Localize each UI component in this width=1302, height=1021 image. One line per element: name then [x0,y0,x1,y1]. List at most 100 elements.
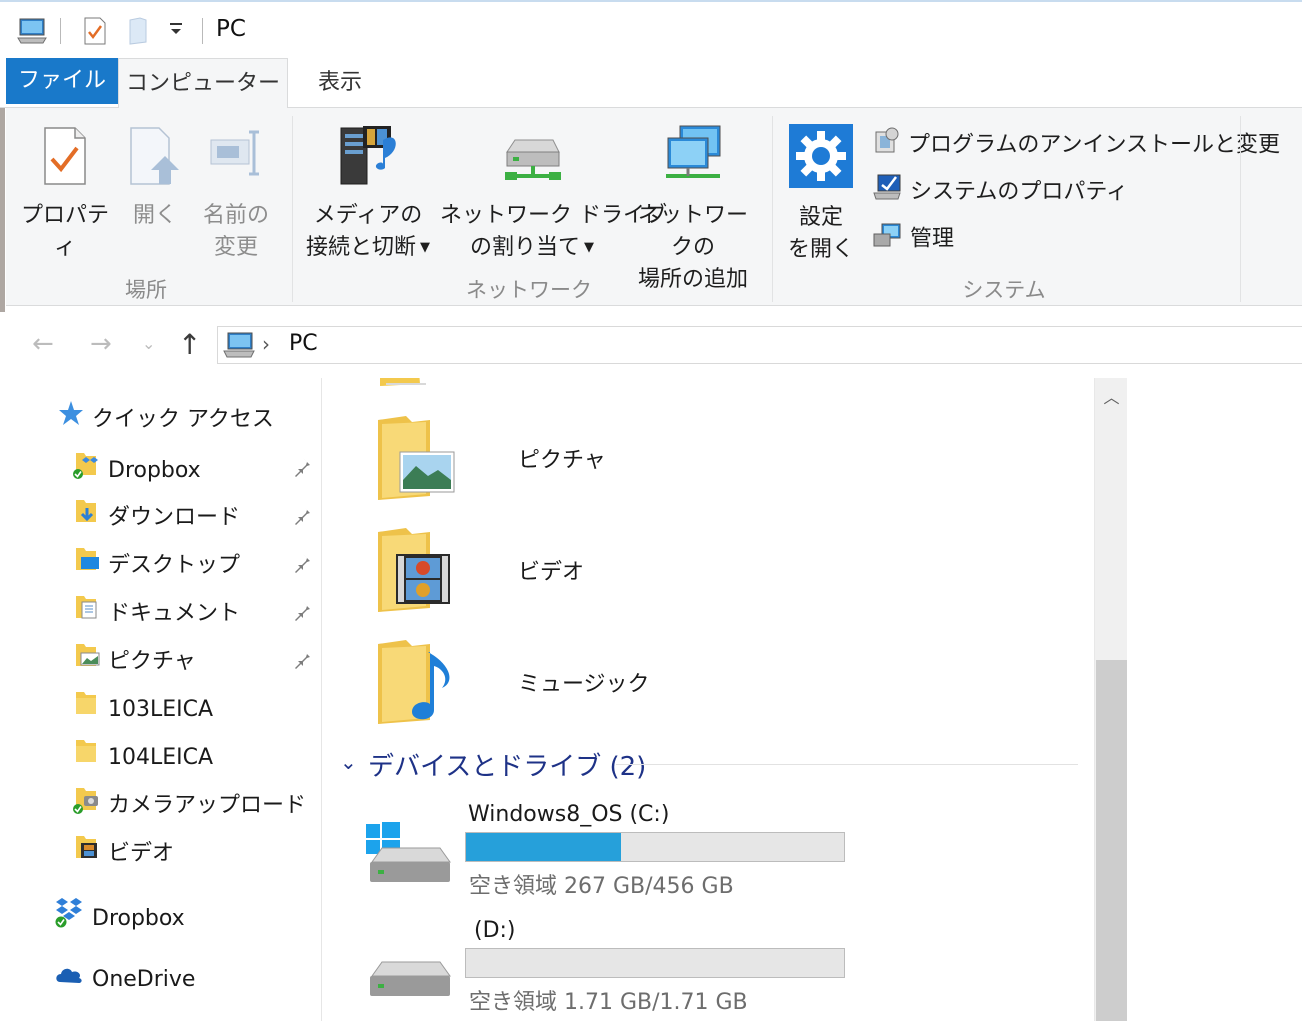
rename-label-2: 変更 [213,235,258,260]
tab-computer[interactable]: コンピューター [118,58,288,109]
vertical-scrollbar[interactable]: ︿ [1094,378,1127,1021]
system-properties-button[interactable]: システムのプロパティ [872,173,1128,207]
new-folder-icon[interactable] [126,16,150,50]
navigation-bar: ← → ⌄ ↑ › PC [0,312,1302,378]
nav-quick-access-label: クイック アクセス [92,407,274,432]
folder-icon [72,736,100,780]
system-properties-label: システムのプロパティ [910,179,1129,205]
drive-item-c[interactable]: Windows8_OS (C:) 空き領域 267 GB/456 GB [322,798,1094,908]
toolbar-separator [60,18,61,44]
drive-usage-fill [466,833,621,861]
chevron-down-icon: ▼ [584,240,594,255]
computer-icon[interactable] [16,16,48,50]
folder-name: ピクチャ [518,448,606,473]
file-list: ピクチャ ビデオ ミュージック ⌄ デバイスとドライブ (2) Windows8… [322,378,1094,1021]
devices-section-header[interactable]: ⌄ デバイスとドライブ (2) [340,746,1078,782]
music-folder-icon [372,638,462,732]
pin-icon[interactable] [290,504,312,526]
gear-icon [782,124,860,198]
nav-item-label: カメラアップロード [108,793,307,818]
map-network-drive-button[interactable]: ネットワーク ドライブ の割り当て ▼ [440,122,667,264]
folder-icon [72,688,100,732]
nav-onedrive[interactable]: OneDrive [54,960,195,1000]
up-arrow-icon[interactable]: ↑ [178,328,201,361]
rename-button[interactable]: 名前の 変更 [196,126,276,264]
drive-free-space: 空き領域 1.71 GB/1.71 GB [469,990,748,1015]
nav-item-documents[interactable]: ドキュメント [72,592,240,632]
chevron-down-icon: ▼ [420,240,430,255]
forward-arrow-icon[interactable]: → [90,329,112,359]
nav-dropbox[interactable]: Dropbox [54,896,185,936]
media-connect-button[interactable]: メディアの 接続と切断 ▼ [300,122,436,264]
dropbox-icon [54,896,84,942]
scroll-up-icon[interactable]: ︿ [1095,384,1128,408]
nav-item-dropbox[interactable]: Dropbox [72,449,201,489]
add-network-location-button[interactable]: ネットワークの 場所の追加 [628,122,758,296]
nav-item-videos[interactable]: ビデオ [72,832,174,872]
pin-icon[interactable] [290,600,312,622]
drive-item-d[interactable]: (D:) 空き領域 1.71 GB/1.71 GB [322,914,1094,1021]
drive-free-space: 空き領域 267 GB/456 GB [469,874,734,899]
nav-item-label: ピクチャ [108,649,196,674]
media-connect-label-2: 接続と切断 [305,235,416,260]
tab-view[interactable]: 表示 [290,58,390,108]
onedrive-cloud-icon [54,960,84,1000]
pin-icon[interactable] [290,552,312,574]
recent-locations-chevron-icon[interactable]: ⌄ [142,334,155,353]
scrollbar-thumb[interactable] [1096,660,1127,1021]
ribbon-panel: プロパティ 開く 名前の 変更 場所 メディアの 接続と切断 ▼ ネットワーク ド… [6,108,1302,306]
navigation-pane: クイック アクセス Dropbox ダウンロード デスクトップ ドキュメント ピ… [0,378,322,1021]
nav-item-desktop[interactable]: デスクトップ [72,544,240,584]
breadcrumb-chevron-icon[interactable]: › [262,332,270,356]
ribbon-tabs: ファイル コンピューター 表示 [0,56,1302,109]
nav-item-downloads[interactable]: ダウンロード [72,496,240,536]
properties-button[interactable]: プロパティ [18,126,112,264]
empty-area [1127,378,1302,1021]
window-title: PC [216,16,246,42]
system-group-label: システム [962,278,1046,302]
network-group-label: ネットワーク [466,278,592,302]
media-server-icon [300,122,436,196]
open-settings-label-2: を開く [787,237,854,262]
properties-check-icon[interactable] [82,16,108,50]
manage-label: 管理 [910,226,955,252]
hard-drive-icon [364,958,454,1008]
map-drive-label-1: ネットワーク ドライブ [440,203,667,228]
nav-item-104leica[interactable]: 104LEICA [72,736,213,776]
breadcrumb-pc[interactable]: PC [289,331,318,356]
ribbon-group-separator [772,116,773,302]
add-location-label-2: 場所の追加 [637,267,748,292]
folder-item-partial[interactable] [376,378,456,392]
rename-icon [196,126,276,196]
drive-name: (D:) [474,918,516,943]
folder-item-pictures[interactable]: ピクチャ [372,414,772,504]
pin-icon[interactable] [290,456,312,478]
tab-file[interactable]: ファイル [6,58,118,104]
open-label: 開く [132,203,177,228]
section-divider [616,764,1078,765]
windows-drive-icon [364,822,454,892]
customize-dropdown-icon[interactable] [168,20,184,44]
folder-item-music[interactable]: ミュージック [372,638,772,728]
nav-item-103leica[interactable]: 103LEICA [72,688,213,728]
folder-name: ミュージック [518,672,650,697]
back-arrow-icon[interactable]: ← [32,329,54,359]
nav-quick-access[interactable]: クイック アクセス [58,400,274,440]
star-icon [58,400,84,440]
open-settings-label-1: 設定 [798,205,843,230]
nav-item-label: ダウンロード [108,505,241,530]
manage-button[interactable]: 管理 [872,220,954,254]
address-bar[interactable]: › PC [217,326,1302,364]
open-settings-button[interactable]: 設定 を開く [782,124,860,266]
nav-item-pictures[interactable]: ピクチャ [72,640,196,680]
toolbar-separator [202,18,203,44]
chevron-down-icon[interactable]: ⌄ [340,750,357,774]
pin-icon[interactable] [290,648,312,670]
uninstall-icon [872,126,900,165]
nav-item-camera-uploads[interactable]: カメラアップロード [72,784,306,824]
manage-icon [872,220,902,259]
nav-item-label: Dropbox [108,458,201,483]
folder-item-videos[interactable]: ビデオ [372,526,772,616]
open-button[interactable]: 開く [124,126,186,232]
uninstall-programs-button[interactable]: プログラムのアンインストールと変更 [872,126,1280,160]
